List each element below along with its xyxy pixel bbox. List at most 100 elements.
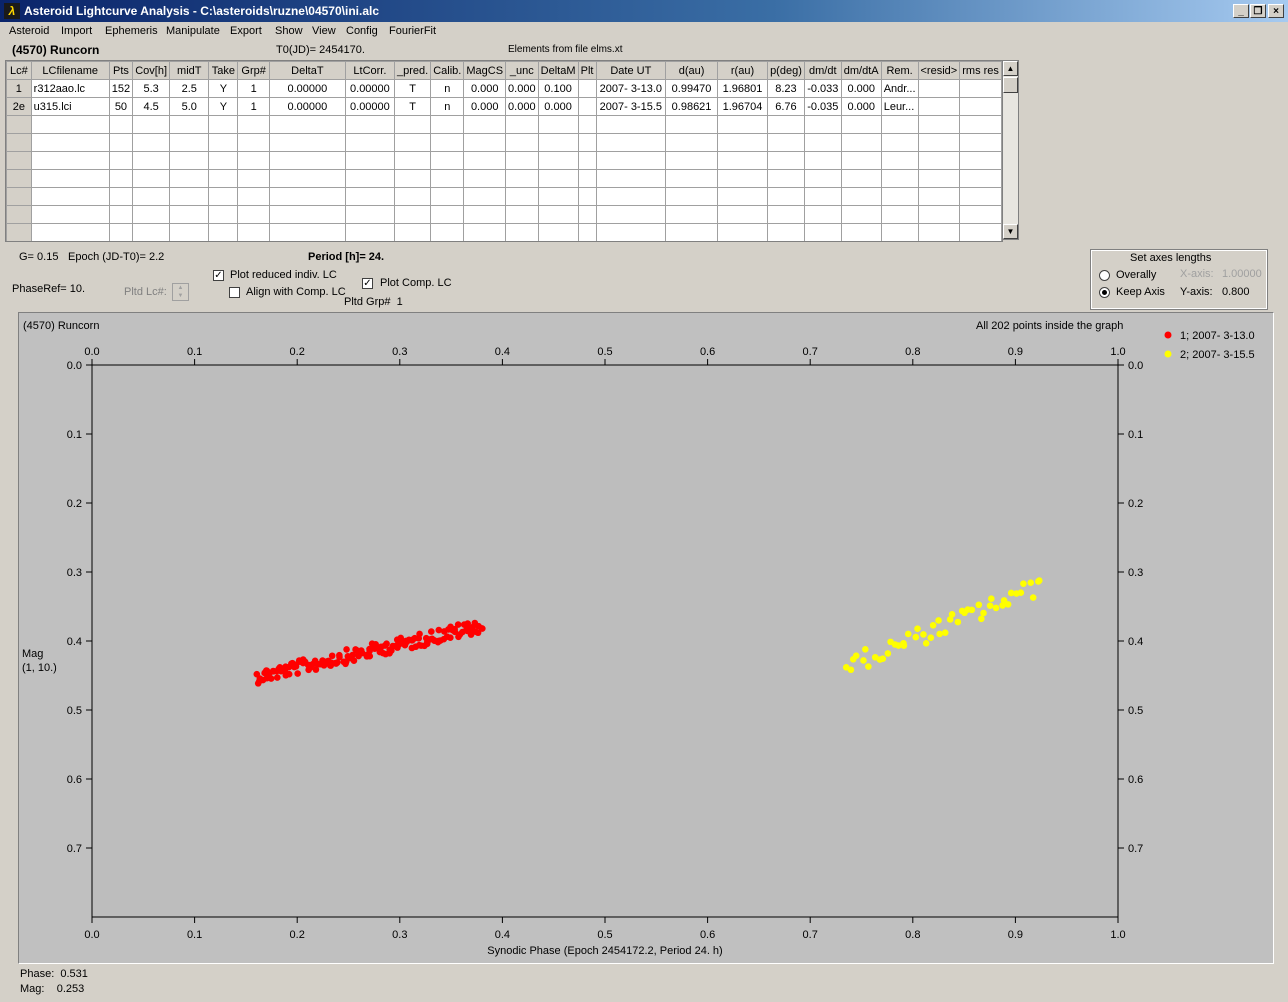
table-cell[interactable]	[595, 115, 667, 134]
table-cell[interactable]	[108, 169, 134, 188]
table-cell[interactable]	[132, 205, 171, 224]
table-cell[interactable]	[959, 133, 1002, 152]
table-cell[interactable]	[716, 169, 769, 188]
table-cell[interactable]	[268, 115, 346, 134]
menu-export[interactable]: Export	[230, 25, 262, 37]
table-cell[interactable]	[577, 133, 597, 152]
column-header[interactable]: MagCS	[463, 61, 507, 80]
table-cell[interactable]	[108, 133, 134, 152]
table-cell[interactable]	[394, 187, 432, 206]
table-cell[interactable]	[665, 115, 718, 134]
table-cell[interactable]	[803, 169, 842, 188]
close-button[interactable]: ×	[1268, 4, 1284, 18]
table-cell[interactable]	[430, 151, 465, 170]
column-header[interactable]: Pts	[108, 61, 134, 80]
table-cell[interactable]	[959, 223, 1002, 241]
table-cell[interactable]: Leur...	[880, 97, 919, 116]
table-cell[interactable]	[169, 187, 210, 206]
table-cell[interactable]	[716, 223, 769, 241]
table-cell[interactable]	[537, 205, 579, 224]
menu-fourierfit[interactable]: FourierFit	[389, 25, 436, 37]
table-cell[interactable]: n	[430, 97, 465, 116]
row-header[interactable]	[6, 169, 32, 188]
table-cell[interactable]	[959, 151, 1002, 170]
column-header[interactable]: Date UT	[595, 61, 667, 80]
table-cell[interactable]	[665, 151, 718, 170]
table-cell[interactable]	[595, 187, 667, 206]
table-cell[interactable]: 5.0	[169, 97, 210, 116]
table-cell[interactable]	[840, 223, 882, 241]
table-cell[interactable]	[344, 151, 396, 170]
table-cell[interactable]: 0.100	[537, 79, 579, 98]
table-cell[interactable]	[537, 115, 579, 134]
table-cell[interactable]	[30, 133, 110, 152]
table-cell[interactable]: 50	[108, 97, 134, 116]
scroll-down-icon[interactable]: ▼	[1003, 224, 1018, 239]
table-cell[interactable]	[463, 169, 507, 188]
table-cell[interactable]	[537, 151, 579, 170]
table-cell[interactable]	[169, 151, 210, 170]
table-cell[interactable]	[30, 115, 110, 134]
table-cell[interactable]	[108, 115, 134, 134]
table-cell[interactable]	[430, 133, 465, 152]
table-cell[interactable]	[917, 133, 961, 152]
table-cell[interactable]	[803, 115, 842, 134]
table-cell[interactable]	[880, 133, 919, 152]
column-header[interactable]: Take	[208, 61, 239, 80]
table-cell[interactable]	[595, 169, 667, 188]
table-cell[interactable]	[268, 169, 346, 188]
table-cell[interactable]: 0.00000	[344, 97, 396, 116]
column-header[interactable]: DeltaT	[268, 61, 346, 80]
table-cell[interactable]	[840, 169, 882, 188]
row-header[interactable]	[6, 133, 32, 152]
table-row[interactable]	[6, 223, 1002, 241]
column-header[interactable]: DeltaM	[537, 61, 579, 80]
table-cell[interactable]	[716, 115, 769, 134]
table-cell[interactable]: 0.000	[505, 97, 539, 116]
table-cell[interactable]	[237, 133, 270, 152]
table-cell[interactable]	[237, 151, 270, 170]
table-cell[interactable]	[767, 169, 805, 188]
table-row[interactable]: 1 r312aao.lc 152 5.3 2.5 Y 1 0.00000 0.00000 Tn 0.…	[6, 79, 1002, 98]
table-cell[interactable]	[577, 79, 597, 98]
column-header[interactable]: d(au)	[665, 61, 718, 80]
table-cell[interactable]: 1.96801	[716, 79, 769, 98]
menu-asteroid[interactable]: Asteroid	[9, 25, 49, 37]
table-cell[interactable]	[840, 151, 882, 170]
table-cell[interactable]	[132, 151, 171, 170]
table-cell[interactable]	[208, 115, 239, 134]
table-scrollbar[interactable]: ▲ ▼	[1002, 60, 1019, 240]
table-cell[interactable]	[505, 169, 539, 188]
table-cell[interactable]	[959, 79, 1002, 98]
table-cell[interactable]: 0.000	[463, 79, 507, 98]
table-cell[interactable]	[394, 205, 432, 224]
row-header[interactable]: 1	[6, 79, 32, 98]
table-cell[interactable]	[716, 133, 769, 152]
table-cell[interactable]	[237, 187, 270, 206]
column-header[interactable]: dm/dt	[803, 61, 842, 80]
lightcurve-chart[interactable]: (4570) Runcorn All 202 points inside the …	[19, 313, 1273, 963]
table-cell[interactable]: 0.000	[537, 97, 579, 116]
plot-reduced-checkbox[interactable]: ✓	[213, 270, 224, 281]
table-cell[interactable]	[237, 115, 270, 134]
table-cell[interactable]	[169, 169, 210, 188]
table-cell[interactable]: T	[394, 97, 432, 116]
table-cell[interactable]	[577, 115, 597, 134]
table-cell[interactable]	[344, 133, 396, 152]
table-cell[interactable]	[803, 151, 842, 170]
table-cell[interactable]: 1	[237, 97, 270, 116]
menu-view[interactable]: View	[312, 25, 336, 37]
table-cell[interactable]	[577, 169, 597, 188]
table-cell[interactable]	[132, 223, 171, 241]
table-cell[interactable]	[268, 187, 346, 206]
table-cell[interactable]	[959, 205, 1002, 224]
table-cell[interactable]	[505, 205, 539, 224]
table-cell[interactable]	[30, 223, 110, 241]
menu-import[interactable]: Import	[61, 25, 92, 37]
table-cell[interactable]	[803, 205, 842, 224]
table-cell[interactable]	[917, 79, 961, 98]
plot-panel[interactable]: (4570) Runcorn All 202 points inside the …	[18, 312, 1274, 964]
table-cell[interactable]: Andr...	[880, 79, 919, 98]
menu-manipulate[interactable]: Manipulate	[166, 25, 220, 37]
column-header[interactable]: _pred.	[394, 61, 432, 80]
